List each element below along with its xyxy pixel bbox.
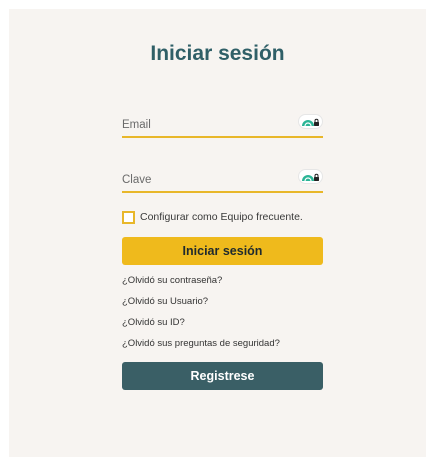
help-links: ¿Olvidó su contraseña? ¿Olvidó su Usuari…: [122, 275, 280, 359]
forgot-security-questions-link[interactable]: ¿Olvidó sus preguntas de seguridad?: [122, 338, 280, 359]
forgot-id-link[interactable]: ¿Olvidó su ID?: [122, 317, 280, 338]
password-field-wrapper: [122, 169, 323, 193]
email-field-wrapper: [122, 114, 323, 138]
forgot-password-link[interactable]: ¿Olvidó su contraseña?: [122, 275, 280, 296]
login-card: Iniciar sesión Configurar como Equipo fr…: [9, 9, 426, 457]
eye-lock-icon[interactable]: [298, 114, 323, 129]
login-button[interactable]: Iniciar sesión: [122, 237, 323, 265]
eye-lock-icon[interactable]: [298, 169, 323, 184]
page-title: Iniciar sesión: [150, 42, 285, 65]
remember-device-checkbox[interactable]: [122, 210, 135, 224]
remember-device-option: Configurar como Equipo frecuente.: [122, 209, 303, 225]
password-input[interactable]: [122, 172, 282, 188]
email-input[interactable]: [122, 117, 282, 133]
remember-device-label: Configurar como Equipo frecuente.: [140, 211, 303, 223]
forgot-username-link[interactable]: ¿Olvidó su Usuario?: [122, 296, 280, 317]
register-button[interactable]: Registrese: [122, 362, 323, 390]
